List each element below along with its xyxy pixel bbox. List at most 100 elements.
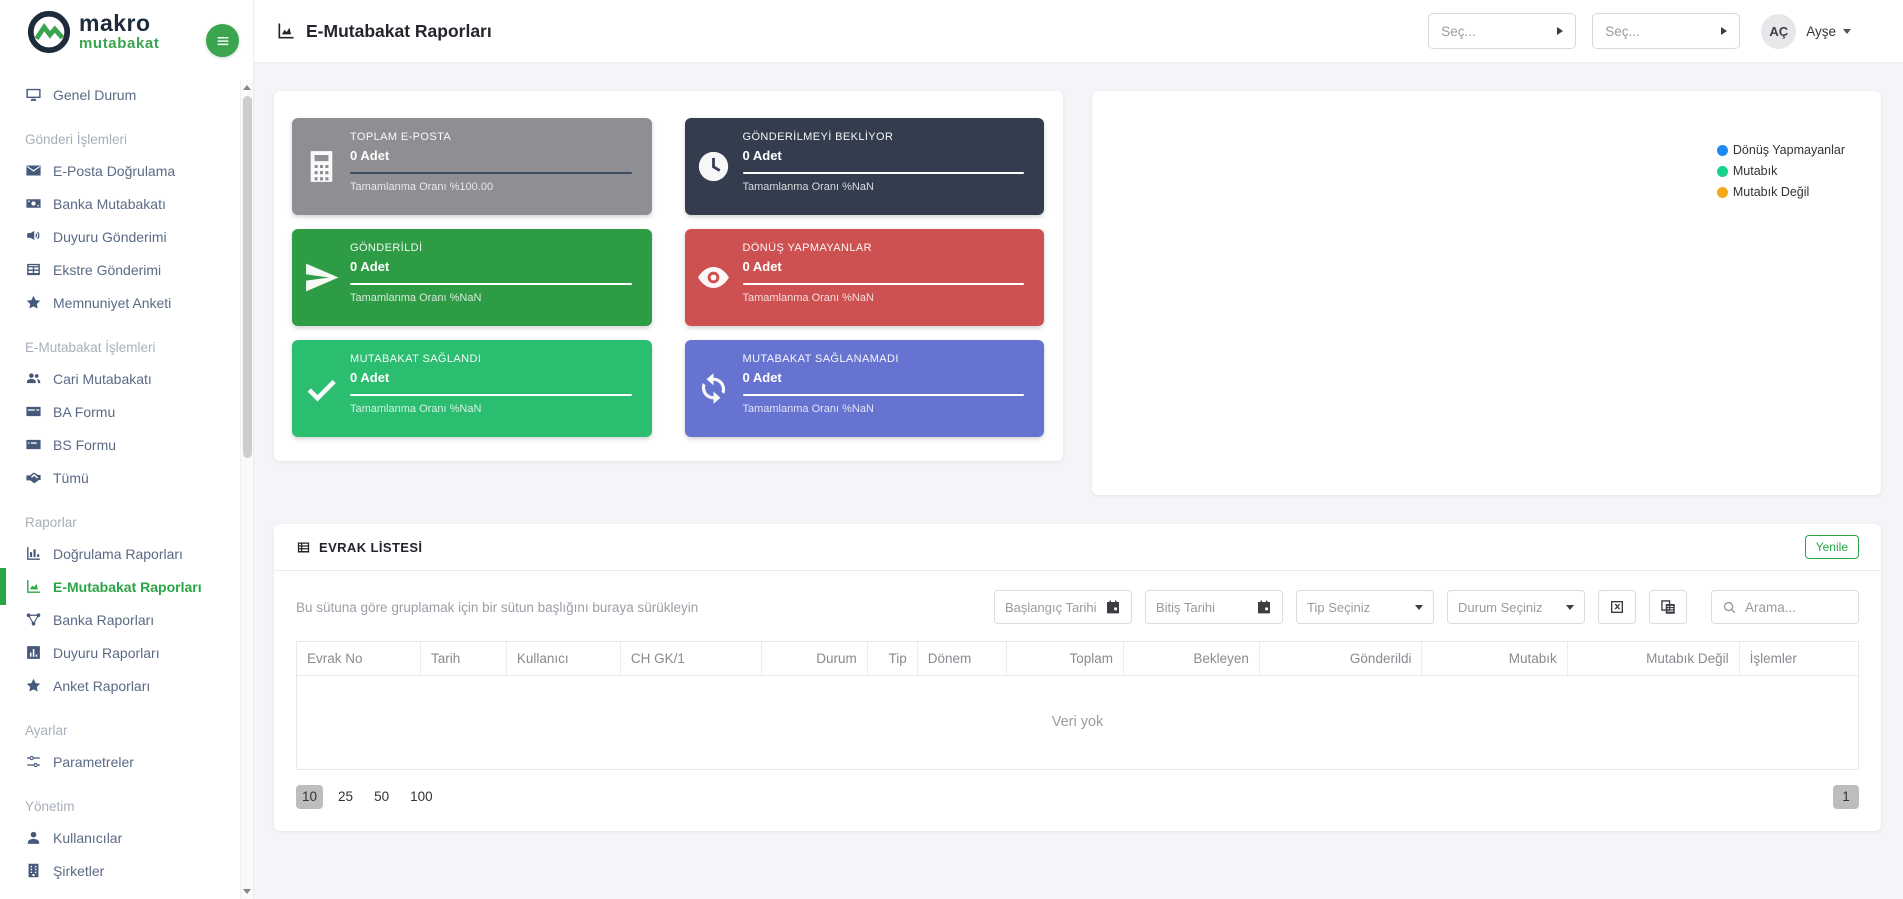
chart-panel: Dönüş Yapmayanlar Mutabık Mutabık Değil [1092, 91, 1881, 495]
sidebar-item-memnuniyet-anketi[interactable]: Memnuniyet Anketi [0, 286, 240, 319]
header-select-left-placeholder: Seç... [1441, 23, 1476, 39]
sidebar-item-dogrulama-raporlari[interactable]: Doğrulama Raporları [0, 537, 240, 570]
scroll-down-icon[interactable] [241, 884, 253, 899]
status-card-divider [742, 394, 1024, 396]
column-header-5[interactable]: Durum [761, 642, 868, 676]
column-header-3[interactable]: Kullanıcı [506, 642, 621, 676]
column-header-8[interactable]: Toplam [1006, 642, 1125, 676]
chart-legend: Dönüş Yapmayanlar Mutabık Mutabık Değil [1716, 143, 1845, 199]
sidebar-item-ekstre-gonderimi[interactable]: Ekstre Gönderimi [0, 253, 240, 286]
menu-button[interactable] [206, 24, 239, 57]
eye-icon [695, 259, 732, 296]
sidebar-item-banka-mutabakati[interactable]: Banka Mutabakatı [0, 187, 240, 220]
page-size-50[interactable]: 50 [368, 785, 395, 809]
sidebar-item-cari-mutabakati[interactable]: Cari Mutabakatı [0, 362, 240, 395]
column-header-7[interactable]: Dönem [917, 642, 1007, 676]
sidebar-item-sirketler[interactable]: Şirketler [0, 854, 240, 887]
column-chooser-icon [1659, 598, 1677, 616]
nav-section-label: Raporlar [25, 515, 77, 530]
grid-filters: Başlangıç Tarihi Bitiş Tarihi Tip Seçini… [981, 590, 1859, 624]
column-header-13[interactable]: İşlemler [1739, 642, 1858, 676]
sidebar-item-genel-durum[interactable]: Genel Durum [0, 78, 240, 111]
header-select-left[interactable]: Seç... [1428, 13, 1577, 49]
sidebar-item-label: Doğrulama Raporları [53, 545, 183, 562]
status-card-count: 0 Adet [350, 370, 390, 385]
status-card-footer: Tamamlanma Oranı %100.00 [350, 181, 494, 193]
legend-dot-icon [1716, 186, 1728, 198]
end-date-input[interactable]: Bitiş Tarihi [1145, 590, 1283, 624]
main-area: E-Mutabakat Raporları Seç... Seç... AÇ A… [254, 0, 1903, 899]
column-header-6[interactable]: Tip [867, 642, 918, 676]
grid-empty-message: Veri yok [297, 675, 1858, 769]
sidebar-item-label: Ekstre Gönderimi [53, 261, 162, 278]
sidebar-item-banka-raporlari[interactable]: Banka Raporları [0, 603, 240, 636]
column-header-1[interactable]: Evrak No [297, 642, 421, 676]
card-icon [25, 403, 42, 420]
start-date-input[interactable]: Başlangıç Tarihi [994, 590, 1132, 624]
column-header-11[interactable]: Mutabık [1421, 642, 1568, 676]
search-box [1711, 590, 1859, 624]
sidebar-item-label: Banka Mutabakatı [53, 195, 166, 212]
sidebar-item-parametreler[interactable]: Parametreler [0, 745, 240, 778]
sidebar-item-e-mutabakat-raporlari[interactable]: E-Mutabakat Raporları [0, 568, 240, 605]
column-header-10[interactable]: Gönderildi [1259, 642, 1423, 676]
user-menu[interactable]: AÇ Ayşe [1761, 13, 1851, 49]
sidebar-nav: Genel Durum Gönderi İşlemleri E-Posta Doğr… [0, 63, 240, 899]
menu-icon [215, 33, 231, 49]
page-number-button[interactable]: 1 [1833, 784, 1859, 809]
network-icon [25, 611, 42, 628]
search-input[interactable] [1745, 599, 1848, 615]
area-chart-icon [25, 578, 42, 595]
nav-section-label: E-Mutabakat İşlemleri [25, 340, 156, 355]
sidebar-scrollbar[interactable] [240, 80, 253, 899]
sliders-icon [25, 753, 42, 770]
brand-logo-icon [26, 9, 72, 55]
legend-label: Dönüş Yapmayanlar [1732, 143, 1845, 157]
card-dollar-icon [25, 436, 42, 453]
sidebar-item-label: E-Posta Doğrulama [53, 162, 176, 179]
status-select[interactable]: Durum Seçiniz [1447, 590, 1585, 624]
sidebar-item-label: Parametreler [53, 753, 134, 770]
brand-name-top: makro [79, 10, 151, 36]
scroll-up-icon[interactable] [241, 80, 253, 95]
sidebar-item-ba-formu[interactable]: BA Formu [0, 395, 240, 428]
status-card-footer: Tamamlanma Oranı %NaN [350, 292, 482, 304]
status-card-title: MUTABAKAT SAĞLANAMADI [742, 353, 899, 365]
column-chooser-button[interactable] [1649, 590, 1687, 624]
refresh-button[interactable]: Yenile [1804, 535, 1859, 559]
legend-dot-icon [1716, 165, 1728, 177]
top-header: E-Mutabakat Raporları Seç... Seç... AÇ A… [254, 0, 1903, 63]
status-card-mutabakat-saglanamadi: MUTABAKAT SAĞLANAMADI 0 Adet Tamamlanma Or… [684, 340, 1044, 437]
group-by-drop-zone[interactable]: Bu sütuna göre gruplamak için bir sütun … [296, 600, 698, 615]
type-select[interactable]: Tip Seçiniz [1296, 590, 1434, 624]
sidebar-item-duyuru-gonderimi[interactable]: Duyuru Gönderimi [0, 220, 240, 253]
excel-export-button[interactable] [1598, 590, 1636, 624]
sidebar-item-anket-raporlari[interactable]: Anket Raporları [0, 669, 240, 702]
header-controls: Seç... Seç... AÇ Ayşe [1412, 13, 1851, 49]
status-card-footer: Tamamlanma Oranı %NaN [742, 403, 874, 415]
search-icon [1722, 600, 1737, 615]
sidebar-item-bs-formu[interactable]: BS Formu [0, 428, 240, 461]
column-header-12[interactable]: Mutabık Değil [1567, 642, 1740, 676]
page-size-100[interactable]: 100 [404, 785, 439, 809]
page-title: E-Mutabakat Raporları [276, 21, 492, 42]
sidebar-scrollbar-thumb[interactable] [243, 96, 252, 458]
status-card-count: 0 Adet [742, 370, 782, 385]
status-card-title: MUTABAKAT SAĞLANDI [350, 353, 482, 365]
sidebar-item-duyuru-raporlari[interactable]: Duyuru Raporları [0, 636, 240, 669]
column-header-9[interactable]: Bekleyen [1123, 642, 1260, 676]
page-size-25[interactable]: 25 [332, 785, 359, 809]
header-select-right[interactable]: Seç... [1592, 13, 1741, 49]
column-header-4[interactable]: CH GK/1 [620, 642, 762, 676]
end-date-placeholder: Bitiş Tarihi [1156, 599, 1216, 615]
page-size-10[interactable]: 10 [296, 784, 324, 809]
user-name: Ayşe [1806, 23, 1836, 39]
status-card-title: GÖNDERİLMEYİ BEKLİYOR [742, 131, 894, 143]
status-card-count: 0 Adet [742, 259, 782, 274]
column-header-2[interactable]: Tarih [420, 642, 507, 676]
status-card-divider [350, 283, 632, 285]
sidebar-item-label: Memnuniyet Anketi [53, 294, 172, 311]
sidebar-item-e-posta-dogrulama[interactable]: E-Posta Doğrulama [0, 154, 240, 187]
sidebar-item-tumu[interactable]: Tümü [0, 461, 240, 494]
sidebar-item-kullanicilar[interactable]: Kullanıcılar [0, 821, 240, 854]
